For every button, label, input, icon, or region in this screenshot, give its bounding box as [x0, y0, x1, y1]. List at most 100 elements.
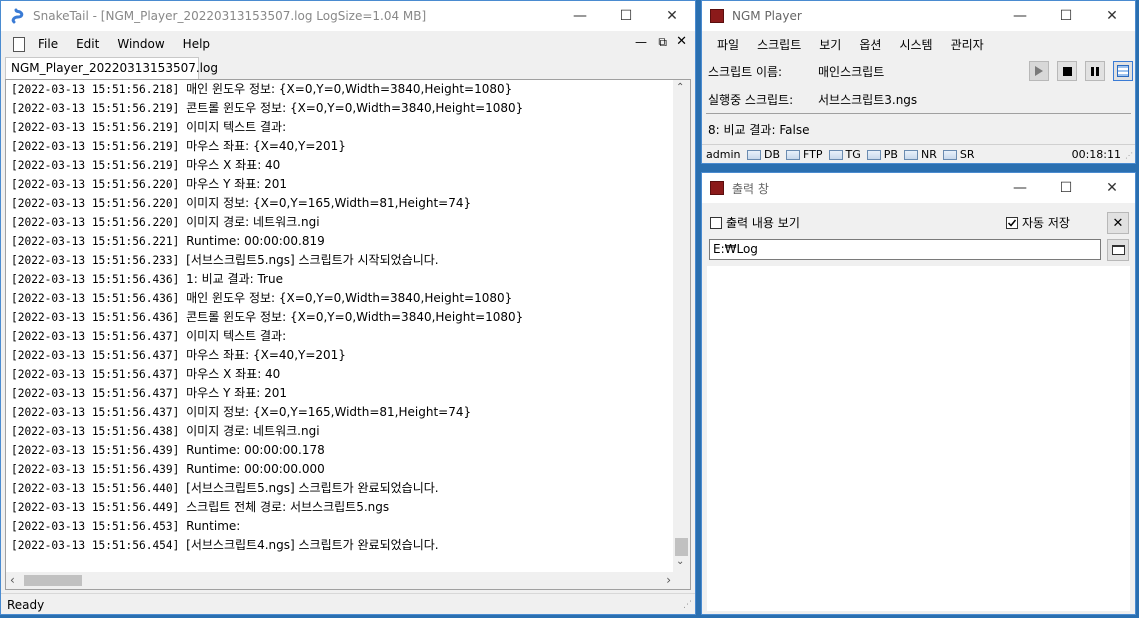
log-timestamp: [2022-03-13 15:51:56.219] — [11, 102, 180, 115]
stop-icon — [1062, 66, 1072, 76]
horizontal-scrollbar[interactable]: ‹ › — [6, 572, 675, 589]
show-output-checkbox[interactable]: 출력 내용 보기 — [710, 214, 800, 231]
log-path-input[interactable]: E:₩Log — [709, 239, 1101, 260]
scroll-right-icon[interactable]: › — [666, 573, 671, 587]
maximize-icon[interactable]: ☐ — [603, 1, 649, 31]
vertical-scroll-thumb[interactable] — [675, 538, 688, 556]
player-maximize-icon[interactable]: ☐ — [1043, 1, 1089, 31]
indicator-icon — [942, 150, 957, 160]
scroll-left-icon[interactable]: ‹ — [10, 573, 15, 587]
output-minimize-icon[interactable]: — — [997, 173, 1043, 203]
log-line: [2022-03-13 15:51:56.219] 마우스 X 좌표: 40 — [11, 156, 523, 175]
output-close-icon[interactable]: ✕ — [1089, 173, 1135, 203]
show-output-check-icon — [710, 216, 722, 229]
log-line: [2022-03-13 15:51:56.436] 1: 비교 결과: True — [11, 270, 523, 289]
log-line: [2022-03-13 15:51:56.437] 이미지 정보: {X=0,Y… — [11, 403, 523, 422]
menu-help[interactable]: Help — [174, 37, 219, 51]
menu-script[interactable]: 스크립트 — [748, 36, 810, 53]
status-indicator: SR — [942, 148, 974, 161]
layout-button[interactable] — [1113, 61, 1133, 81]
log-timestamp: [2022-03-13 15:51:56.440] — [11, 482, 180, 495]
grid-icon — [1117, 65, 1129, 77]
player-minimize-icon[interactable]: — — [997, 1, 1043, 31]
snaketail-menubar: File Edit Window Help — ⧉ ✕ — [1, 32, 695, 56]
output-app-icon — [710, 181, 724, 195]
mdi-close-icon[interactable]: ✕ — [676, 34, 687, 49]
log-timestamp: [2022-03-13 15:51:56.437] — [11, 349, 180, 362]
mdi-restore-icon[interactable]: ⧉ — [658, 35, 667, 50]
tab-log-file[interactable]: NGM_Player_20220313153507.log — [5, 57, 218, 79]
result-text: 8: 비교 결과: False — [708, 123, 810, 137]
indicator-label: NR — [920, 148, 937, 161]
player-close-icon[interactable]: ✕ — [1089, 1, 1135, 31]
close-icon[interactable]: ✕ — [649, 1, 695, 31]
show-output-label: 출력 내용 보기 — [726, 216, 800, 230]
horizontal-scroll-thumb[interactable] — [24, 575, 82, 586]
log-message: [서브스크립트4.ngs] 스크립트가 완료되었습니다. — [186, 538, 439, 552]
indicator-icon — [903, 150, 918, 160]
log-message: Runtime: 00:00:00.000 — [186, 462, 325, 476]
stop-button[interactable] — [1057, 61, 1077, 81]
menu-system[interactable]: 시스템 — [890, 36, 941, 53]
log-message: 이미지 경로: 네트워크.ngi — [186, 215, 320, 229]
mdi-minimize-icon[interactable]: — — [635, 35, 647, 49]
log-timestamp: [2022-03-13 15:51:56.439] — [11, 444, 180, 457]
status-items: DB FTP TG PB NR SR — [747, 148, 980, 161]
log-line: [2022-03-13 15:51:56.218] 매인 윈도우 정보: {X=… — [11, 80, 523, 99]
menu-window[interactable]: Window — [108, 37, 173, 51]
menu-admin[interactable]: 관리자 — [942, 36, 993, 53]
play-button[interactable] — [1029, 61, 1049, 81]
log-line: [2022-03-13 15:51:56.437] 이미지 텍스트 결과: — [11, 327, 523, 346]
indicator-icon — [786, 150, 801, 160]
log-view[interactable]: [2022-03-13 15:51:56.218] 매인 윈도우 정보: {X=… — [5, 79, 691, 590]
output-content-area[interactable] — [707, 266, 1130, 611]
auto-save-label: 자동 저장 — [1022, 216, 1070, 230]
output-maximize-icon[interactable]: ☐ — [1043, 173, 1089, 203]
log-message: 이미지 텍스트 결과: — [186, 120, 287, 134]
pause-button[interactable] — [1085, 61, 1105, 81]
log-message: 마우스 Y 좌표: 201 — [186, 177, 288, 191]
player-resize-grip-icon[interactable]: ⋰ — [1125, 151, 1133, 160]
minimize-icon[interactable]: — — [557, 1, 603, 31]
log-timestamp: [2022-03-13 15:51:56.233] — [11, 254, 180, 267]
running-script-value: 서브스크립트3.ngs — [818, 93, 918, 107]
output-titlebar[interactable]: 출력 창 — ☐ ✕ — [702, 173, 1135, 203]
vertical-scrollbar[interactable]: ⌃ ⌄ — [673, 80, 690, 573]
running-script-label: 실행중 스크립트: — [708, 93, 794, 107]
folder-icon — [1111, 245, 1125, 255]
log-message: Runtime: 00:00:00.178 — [186, 443, 325, 457]
scroll-down-icon[interactable]: ⌄ — [676, 556, 684, 567]
log-message: 이미지 정보: {X=0,Y=165,Width=81,Height=74} — [186, 405, 472, 419]
resize-grip-icon[interactable]: ⋰ — [683, 600, 692, 610]
log-timestamp: [2022-03-13 15:51:56.437] — [11, 387, 180, 400]
script-name-label: 스크립트 이름: — [708, 65, 783, 79]
status-indicator: NR — [903, 148, 937, 161]
indicator-icon — [747, 150, 761, 160]
log-line: [2022-03-13 15:51:56.454] [서브스크립트4.ngs] … — [11, 536, 523, 555]
menu-edit[interactable]: Edit — [67, 37, 108, 51]
window-title: SnakeTail - [NGM_Player_20220313153507.l… — [33, 9, 427, 23]
log-timestamp: [2022-03-13 15:51:56.436] — [11, 311, 180, 324]
log-message: 마우스 X 좌표: 40 — [186, 367, 281, 381]
player-titlebar[interactable]: NGM Player — ☐ ✕ — [702, 1, 1135, 31]
menu-file-ko[interactable]: 파일 — [708, 36, 748, 53]
snaketail-titlebar[interactable]: SnakeTail - [NGM_Player_20220313153507.l… — [1, 1, 695, 31]
browse-folder-button[interactable] — [1107, 239, 1129, 261]
indicator-icon — [866, 150, 881, 160]
status-indicator: TG — [828, 148, 861, 161]
log-timestamp: [2022-03-13 15:51:56.219] — [11, 159, 180, 172]
log-message: 이미지 경로: 네트워크.ngi — [186, 424, 320, 438]
auto-save-checkbox[interactable]: 자동 저장 — [1006, 214, 1070, 231]
log-message: 마우스 좌표: {X=40,Y=201} — [186, 139, 346, 153]
menu-file[interactable]: File — [29, 37, 67, 51]
play-icon — [1035, 66, 1043, 76]
clear-button[interactable]: ✕ — [1107, 212, 1129, 234]
menu-view[interactable]: 보기 — [810, 36, 850, 53]
log-message: 스크립트 전체 경로: 서브스크립트5.ngs — [186, 500, 390, 514]
log-message: 콘트롤 윈도우 정보: {X=0,Y=0,Width=3840,Height=1… — [186, 101, 524, 115]
scroll-up-icon[interactable]: ⌃ — [676, 82, 684, 93]
snake-icon — [11, 8, 25, 24]
menu-options[interactable]: 옵션 — [850, 36, 890, 53]
log-message: 매인 윈도우 정보: {X=0,Y=0,Width=3840,Height=10… — [186, 82, 513, 96]
document-icon — [13, 36, 25, 52]
